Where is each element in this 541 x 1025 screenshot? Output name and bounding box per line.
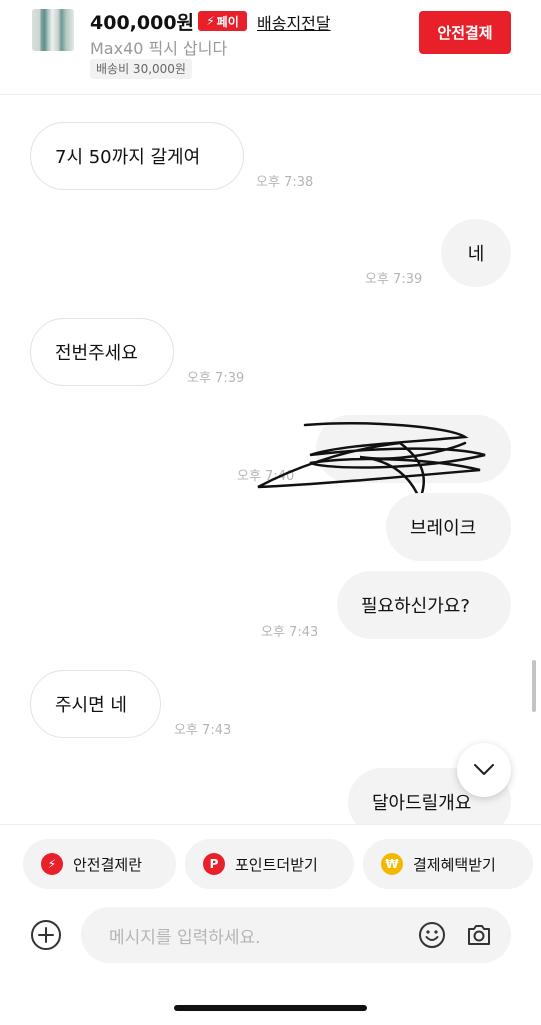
chevron-down-icon [474, 764, 494, 775]
quick-action-safe-pay[interactable]: ⚡ 안전결제란 [23, 839, 176, 889]
pay-badge: ⚡ 페이 [198, 11, 247, 31]
message-time: 오후 7:39 [187, 371, 245, 386]
quick-action-label: 포인트더받기 [235, 855, 318, 874]
product-header: 400,000원 ⚡ 페이 배송지전달 Max40 픽시 삽니다 배송비 30,… [0, 0, 541, 95]
message-bubble-sent[interactable]: 필요하신가요? [337, 571, 511, 639]
message-input[interactable]: 메시지를 입력하세요. [81, 907, 511, 963]
delivery-address-link[interactable]: 배송지전달 [257, 10, 331, 34]
message-bubble-received[interactable]: 주시면 네 [30, 670, 161, 738]
message-bubble-received[interactable]: 7시 50까지 갈게여 [30, 122, 244, 190]
message-bubble-received[interactable]: 전번주세요 [30, 318, 174, 386]
pay-badge-label: 페이 [216, 14, 239, 29]
message-text: 필요하신가요? [361, 596, 470, 617]
message-time: 오후 7:43 [174, 723, 232, 738]
product-price: 400,000원 [90, 12, 195, 34]
shipping-fee-badge: 배송비 30,000원 [90, 59, 192, 79]
home-indicator [174, 1005, 367, 1011]
quick-action-label: 결제혜택받기 [413, 855, 496, 874]
message-time: 오후 7:39 [365, 272, 423, 287]
message-text: 네 [467, 244, 485, 265]
camera-icon[interactable] [465, 921, 493, 949]
quick-action-points[interactable]: P 포인트더받기 [185, 839, 354, 889]
message-text: 브레이크 [410, 518, 477, 539]
product-title: Max40 픽시 삽니다 [90, 39, 228, 58]
message-time: 오후 7:38 [256, 175, 314, 190]
scroll-to-bottom-button[interactable] [457, 743, 511, 797]
message-text: 전번주세요 [55, 343, 138, 364]
message-text: 달아드릴개요 [372, 793, 472, 814]
message-bubble-sent[interactable]: 브레이크 [386, 493, 511, 561]
lightning-icon: ⚡ [206, 14, 215, 28]
point-p-icon: P [203, 853, 225, 875]
safe-pay-button[interactable]: 안전결제 [419, 11, 511, 54]
redaction-scribble [257, 422, 486, 504]
message-text: 주시면 네 [55, 695, 127, 716]
quick-action-label: 안전결제란 [73, 855, 143, 874]
message-time: 오후 7:43 [261, 625, 319, 640]
lightning-icon: ⚡ [41, 853, 63, 875]
message-text: 7시 50까지 갈게여 [55, 147, 201, 168]
coin-icon: ₩ [381, 853, 403, 875]
add-attachment-button[interactable] [30, 919, 62, 951]
product-thumbnail[interactable] [32, 9, 74, 51]
quick-action-benefits[interactable]: ₩ 결제혜택받기 [363, 839, 533, 889]
emoji-icon[interactable] [418, 921, 446, 949]
message-bubble-sent[interactable]: 네 [441, 219, 511, 287]
scrollbar-thumb[interactable] [532, 660, 536, 712]
message-input-placeholder: 메시지를 입력하세요. [109, 927, 261, 948]
